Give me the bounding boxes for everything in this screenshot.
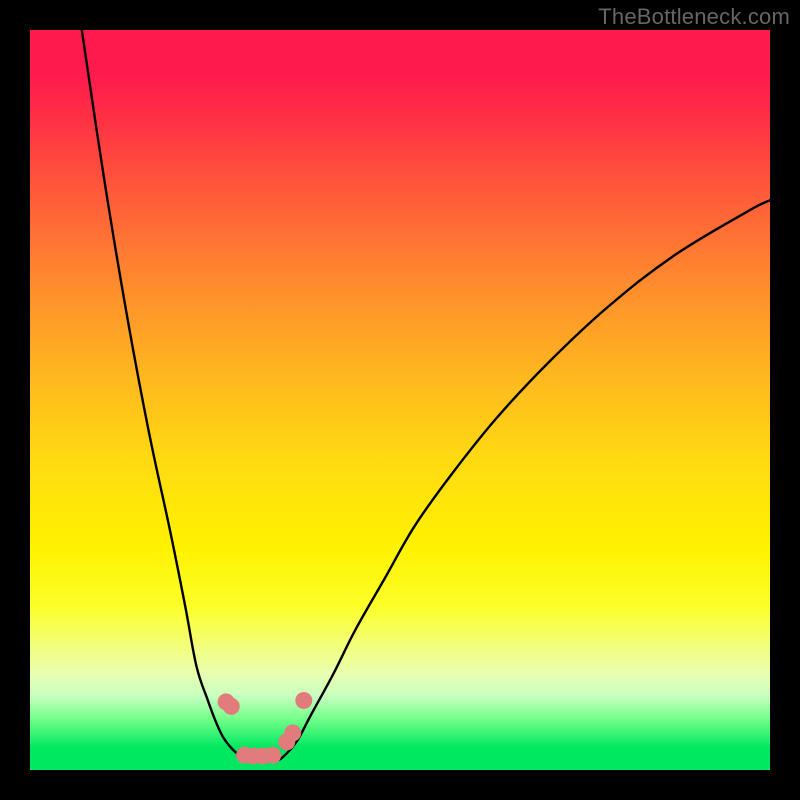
data-marker [295,692,312,709]
data-marker [223,698,240,715]
bottleneck-curve [82,30,770,762]
plot-area [30,30,770,770]
watermark-text: TheBottleneck.com [598,4,790,30]
chart-svg [30,30,770,770]
data-marker [264,747,281,764]
chart-frame: TheBottleneck.com [0,0,800,800]
data-marker [284,725,301,742]
